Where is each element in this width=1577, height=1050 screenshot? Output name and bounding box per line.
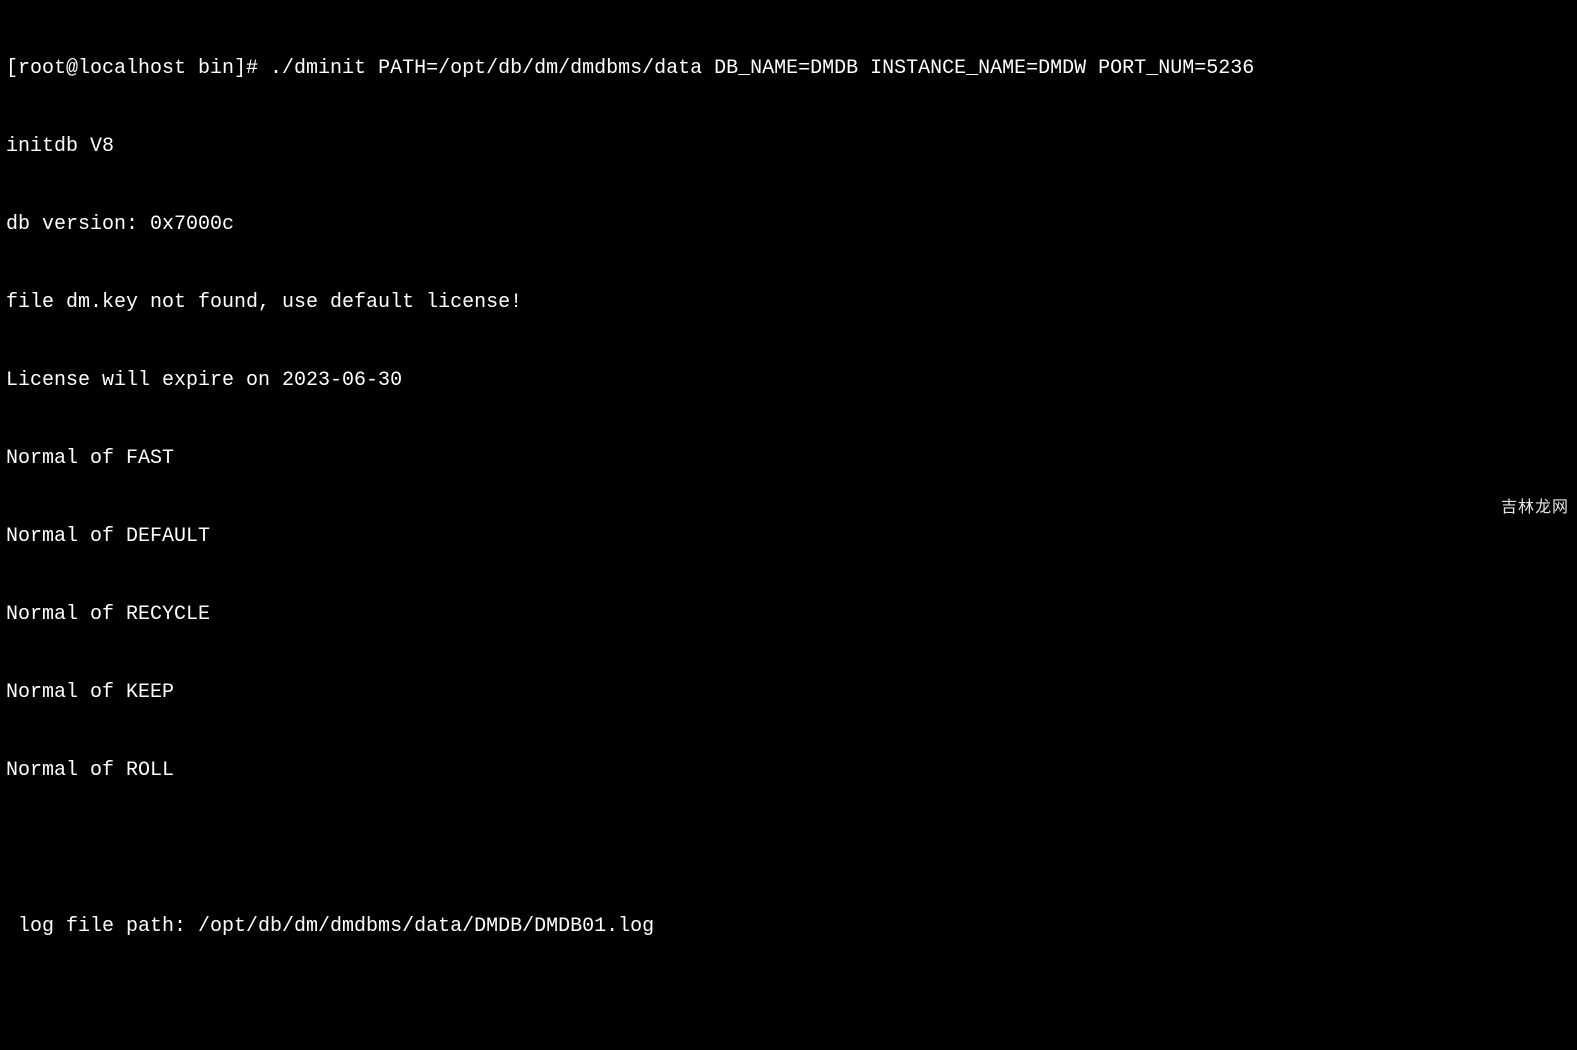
terminal-line: file dm.key not found, use default licen… [6,290,1571,316]
terminal-line: License will expire on 2023-06-30 [6,368,1571,394]
shell-prompt: [root@localhost bin]# [6,57,270,80]
terminal-line: Normal of DEFAULT [6,524,1571,550]
terminal-line [6,836,1571,862]
terminal-line: Normal of RECYCLE [6,602,1571,628]
terminal-line: db version: 0x7000c [6,212,1571,238]
terminal-line: Normal of KEEP [6,680,1571,706]
terminal-output[interactable]: [root@localhost bin]# ./dminit PATH=/opt… [6,4,1571,1050]
terminal-line [6,992,1571,1018]
terminal-line: initdb V8 [6,134,1571,160]
terminal-line: [root@localhost bin]# ./dminit PATH=/opt… [6,56,1571,82]
terminal-line: log file path: /opt/db/dm/dmdbms/data/DM… [6,914,1571,940]
watermark-text: 吉林龙网 [1501,498,1569,519]
terminal-line: Normal of FAST [6,446,1571,472]
terminal-line: Normal of ROLL [6,758,1571,784]
command-text: ./dminit PATH=/opt/db/dm/dmdbms/data DB_… [270,57,1254,80]
